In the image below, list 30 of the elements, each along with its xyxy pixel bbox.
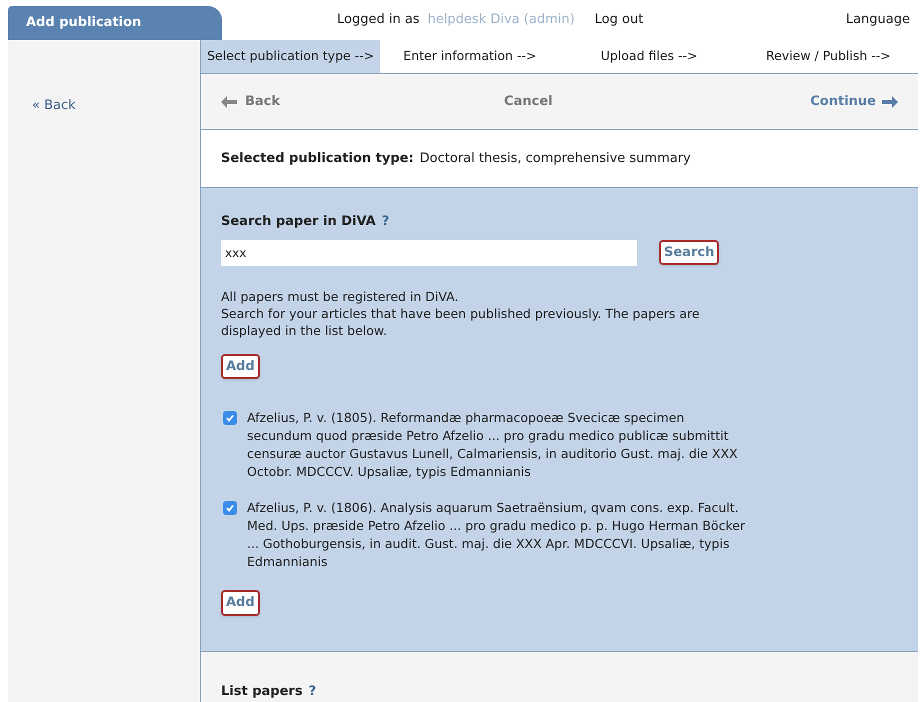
checkbox[interactable]	[223, 411, 237, 425]
checkbox[interactable]	[223, 501, 237, 515]
logout-link[interactable]: Log out	[594, 10, 644, 30]
info-text: All papers must be registered in DiVA.	[221, 288, 460, 304]
paper-citation: Afzelius, P. v. (1805). Reformandæ pharmacopoeæ Svecicæ specimen secundum quod præside Petro Afzelio ... pro gradu medico publicæ submittit censuræ auctor Gustavus Lunell, Calmariensis, in auditorio Gust. maj. die XXX Octobr. MDCCCV. Upsaliæ, typis Edmannianis	[247, 409, 739, 481]
add-publication-tab[interactable]: Add publication	[8, 6, 222, 40]
add-button[interactable]: Add	[221, 354, 260, 379]
user-name: helpdesk Diva (admin)	[428, 11, 575, 30]
language-link[interactable]: Language	[846, 10, 910, 30]
search-button[interactable]: Search	[659, 240, 720, 266]
search-field[interactable]: xxx	[221, 240, 637, 266]
selected-type-label: Selected publication type:	[221, 150, 414, 168]
help-link[interactable]: ?	[382, 212, 390, 232]
section-title: Search paper in DiVA	[221, 213, 376, 231]
check-icon	[225, 413, 235, 423]
selected-type-value: Doctoral thesis, comprehensive summary	[420, 150, 691, 168]
section-title: List papers	[221, 683, 303, 701]
help-link[interactable]: ?	[308, 682, 316, 702]
left-arrow-icon	[221, 96, 237, 108]
continue-button[interactable]: Continue	[810, 92, 898, 112]
step-tab[interactable]: Select publication type -->	[201, 40, 380, 73]
back-button[interactable]: Back	[221, 92, 280, 112]
back-link[interactable]: « Back	[32, 98, 76, 113]
check-icon	[225, 503, 235, 513]
paper-citation: Afzelius, P. v. (1806). Analysis aquarum Saetraënsium, qvam cons. exp. Facult. Med. Ups. præside Petro Afzelio ... pro gradu medico p. p. Hugo Herman Böcker ... Gothoburgensis, in audit. Gust. maj. die XXX Apr. MDCCCVI. Upsaliæ, typis Edmannianis	[247, 499, 746, 571]
add-button[interactable]: Add	[221, 590, 260, 616]
logged-in-label: Logged in as	[337, 11, 420, 30]
cancel-button[interactable]: Cancel	[504, 92, 553, 112]
right-arrow-icon	[882, 96, 898, 108]
info-text: Search for your articles that have been published previously. The papers are displayed in the list below.	[221, 304, 701, 338]
